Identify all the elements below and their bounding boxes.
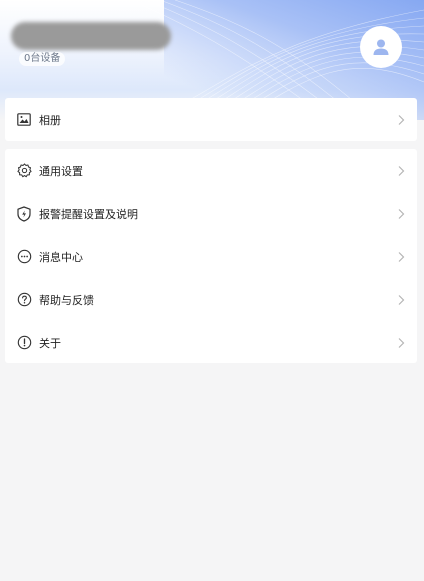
menu-item-label: 帮助与反馈 <box>39 293 94 307</box>
chevron-right-icon <box>398 208 405 219</box>
menu-item-label: 消息中心 <box>39 250 83 264</box>
menu-item-about[interactable]: 关于 <box>5 321 417 364</box>
chevron-right-icon <box>398 337 405 348</box>
help-icon <box>16 292 32 308</box>
chevron-right-icon <box>398 114 405 125</box>
chevron-right-icon <box>398 251 405 262</box>
avatar[interactable] <box>360 26 402 68</box>
gear-icon <box>16 163 32 179</box>
menu-item-general-settings[interactable]: 通用设置 <box>5 149 417 192</box>
image-icon <box>16 112 32 128</box>
menu-item-help-feedback[interactable]: 帮助与反馈 <box>5 278 417 321</box>
menu-item-alarm-settings[interactable]: 报警提醒设置及说明 <box>5 192 417 235</box>
menu-item-label: 通用设置 <box>39 164 83 178</box>
message-icon <box>16 249 32 265</box>
settings-card: 通用设置 报警提醒设置及说明 消息中心 帮助与反馈 关于 <box>5 149 417 363</box>
chevron-right-icon <box>398 165 405 176</box>
shield-alert-icon <box>16 205 32 222</box>
user-icon <box>373 39 389 55</box>
chevron-right-icon <box>398 294 405 305</box>
album-card: 相册 <box>5 98 417 141</box>
info-icon <box>16 335 32 351</box>
username-blurred <box>11 22 171 50</box>
menu-item-album[interactable]: 相册 <box>5 98 417 141</box>
menu-item-label: 报警提醒设置及说明 <box>39 207 138 221</box>
menu-item-label: 关于 <box>39 336 61 350</box>
device-count-badge[interactable]: 0台设备 <box>19 52 66 66</box>
menu-item-message-center[interactable]: 消息中心 <box>5 235 417 278</box>
menu-item-label: 相册 <box>39 113 61 127</box>
